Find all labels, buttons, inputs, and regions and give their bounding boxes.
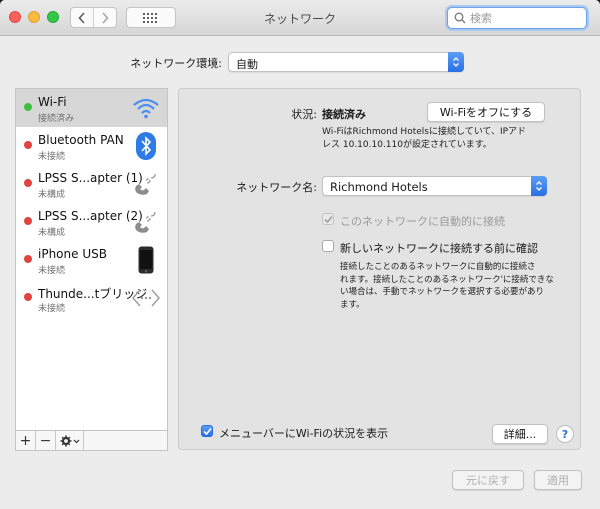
ask-to-join-label: 新しいネットワークに接続する前に確認 bbox=[340, 242, 538, 255]
status-value: 接続済み bbox=[322, 108, 366, 121]
ask-to-join-description-line: れます。接続したことのあるネットワーク'に接続できな bbox=[340, 274, 554, 285]
help-button[interactable]: ? bbox=[556, 425, 574, 443]
search-icon bbox=[454, 12, 466, 24]
search-field[interactable] bbox=[447, 7, 587, 29]
add-service-button[interactable]: + bbox=[16, 431, 36, 450]
status-dot bbox=[24, 255, 32, 263]
ask-to-join-description-line: 接続したことのあるネットワークに自動的に接続さ bbox=[340, 262, 536, 272]
status-dot bbox=[24, 293, 32, 301]
chevron-left-icon bbox=[78, 11, 85, 24]
service-name: Thunde...tブリッジ bbox=[38, 287, 148, 301]
status-dot bbox=[24, 179, 32, 187]
chevron-right-icon bbox=[102, 11, 109, 24]
apply-button[interactable]: 適用 bbox=[534, 470, 582, 490]
location-label: ネットワーク環境: bbox=[130, 57, 222, 70]
window-title: ネットワーク bbox=[263, 12, 336, 26]
service-item-lpss-2[interactable]: LPSS S...apter (2) 未構成 bbox=[16, 203, 167, 241]
phone-signal-icon bbox=[132, 208, 160, 236]
show-wifi-in-menubar-label: メニューバーにWi-Fiの状況を表示 bbox=[219, 427, 389, 440]
service-item-thunderbolt-bridge[interactable]: Thunde...tブリッジ 未接続 bbox=[16, 279, 167, 317]
network-name-value: Richmond Hotels bbox=[330, 180, 428, 194]
status-description-line: Wi-FiはRichmond Hotelsに接続していて、IPアド bbox=[322, 127, 527, 137]
show-wifi-in-menubar-checkbox[interactable] bbox=[201, 425, 213, 437]
advanced-button[interactable]: 詳細... bbox=[492, 424, 548, 444]
service-status: 未構成 bbox=[38, 190, 66, 200]
network-name-label: ネットワーク名: bbox=[236, 181, 317, 194]
back-button[interactable] bbox=[71, 8, 93, 27]
revert-button[interactable]: 元に戻す bbox=[452, 470, 524, 490]
phone-signal-icon bbox=[132, 170, 160, 198]
service-item-bluetooth-pan[interactable]: Bluetooth PAN 未接続 bbox=[16, 127, 167, 165]
detail-panel: 状況: 接続済み Wi-Fiをオフにする Wi-FiはRichmond Hote… bbox=[178, 88, 581, 450]
status-dot bbox=[24, 103, 32, 111]
status-description: Wi-FiはRichmond Hotelsに接続していて、IPアド レス 10.… bbox=[322, 126, 526, 152]
service-item-wifi[interactable]: Wi-Fi 接続済み bbox=[16, 89, 167, 127]
checkmark-icon bbox=[323, 215, 333, 223]
service-name: LPSS S...apter (2) bbox=[38, 209, 143, 223]
ask-to-join-checkbox[interactable] bbox=[322, 240, 334, 252]
service-status: 未構成 bbox=[38, 228, 66, 238]
forward-button[interactable] bbox=[93, 8, 116, 27]
ask-to-join-description: 接続したことのあるネットワークに自動的に接続さ れます。接続したことのあるネット… bbox=[340, 261, 554, 311]
service-status: 接続済み bbox=[38, 114, 75, 124]
auto-join-checkbox[interactable] bbox=[322, 213, 334, 225]
location-popup[interactable]: 自動 bbox=[228, 52, 464, 72]
status-dot bbox=[24, 141, 32, 149]
service-item-lpss-1[interactable]: LPSS S...apter (1) 未構成 bbox=[16, 165, 167, 203]
network-preferences-window: ネットワーク ネットワーク環境: 自動 Wi-Fi 接続済み bbox=[0, 0, 600, 509]
service-name: Bluetooth PAN bbox=[38, 133, 124, 147]
auto-join-label: このネットワークに自動的に接続 bbox=[340, 215, 505, 228]
popup-arrows-icon bbox=[531, 176, 547, 196]
service-name: LPSS S...apter (1) bbox=[38, 171, 143, 185]
network-name-popup[interactable]: Richmond Hotels bbox=[322, 176, 547, 196]
back-forward-group bbox=[70, 7, 117, 28]
minimize-button[interactable] bbox=[28, 11, 40, 23]
ask-to-join-description-line: い場合は、手動でネットワークを選択する必要があり bbox=[340, 287, 545, 297]
ask-to-join-description-line: ます。 bbox=[340, 299, 365, 310]
status-description-line: レス 10.10.10.110が設定されています。 bbox=[322, 140, 492, 150]
zoom-button[interactable] bbox=[47, 11, 59, 23]
service-name: iPhone USB bbox=[38, 247, 107, 261]
status-label: 状況: bbox=[291, 108, 317, 121]
location-value: 自動 bbox=[236, 58, 258, 71]
wifi-icon bbox=[132, 94, 160, 122]
title-bar: ネットワーク bbox=[0, 0, 600, 36]
iphone-icon bbox=[132, 246, 160, 274]
popup-arrows-icon bbox=[448, 52, 464, 72]
service-status: 未接続 bbox=[38, 304, 66, 314]
close-button[interactable] bbox=[9, 11, 21, 23]
wifi-off-button[interactable]: Wi-Fiをオフにする bbox=[427, 102, 545, 122]
service-list-toolbar: + − bbox=[15, 431, 168, 451]
grid-icon bbox=[143, 12, 157, 23]
thunderbolt-bridge-icon bbox=[132, 284, 160, 312]
remove-service-button[interactable]: − bbox=[36, 431, 56, 450]
action-menu-button[interactable] bbox=[56, 431, 84, 450]
service-list[interactable]: Wi-Fi 接続済み Bluetooth PAN 未接続 LPSS S...ap… bbox=[15, 88, 168, 431]
status-dot bbox=[24, 217, 32, 225]
checkmark-icon bbox=[202, 427, 212, 435]
service-item-iphone-usb[interactable]: iPhone USB 未接続 bbox=[16, 241, 167, 279]
show-all-button[interactable] bbox=[126, 7, 176, 28]
search-input[interactable] bbox=[470, 11, 580, 25]
bluetooth-icon bbox=[132, 132, 160, 160]
gear-icon bbox=[60, 435, 79, 446]
service-name: Wi-Fi bbox=[38, 95, 67, 109]
service-status: 未接続 bbox=[38, 266, 66, 276]
service-status: 未接続 bbox=[38, 152, 66, 162]
